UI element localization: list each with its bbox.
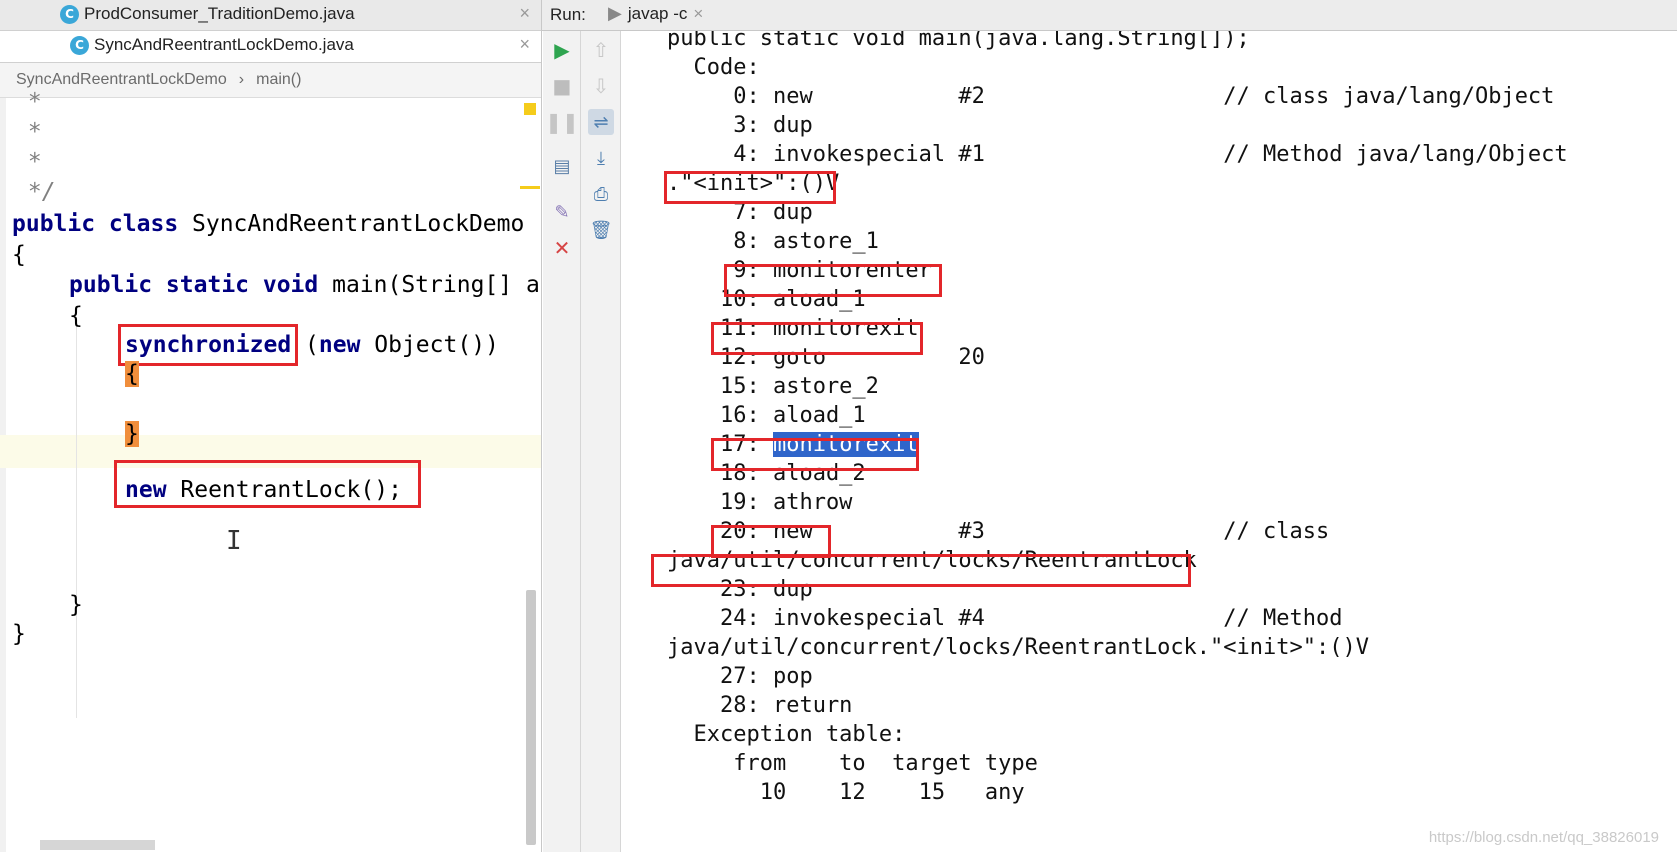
class-close-brace: }	[12, 621, 26, 647]
highlight-box-synchronized	[118, 324, 298, 366]
method-close-brace: }	[69, 592, 83, 618]
highlight-box-reentrantlock	[114, 460, 421, 508]
main-method-declaration: public static void main(String[] a	[69, 272, 540, 298]
tab-prodconsumer[interactable]: C ProdConsumer_TraditionDemo.java	[60, 4, 355, 24]
output-line: 0: new #2 // class java/lang/Object	[667, 84, 1555, 109]
output-line: Code:	[667, 55, 760, 80]
java-class-icon: C	[70, 35, 89, 55]
run-toolbar-right: ⇧ ⇩ ⇌ ⤓ ⎙ 🗑	[581, 31, 621, 852]
pin-icon[interactable]: ✎	[549, 199, 575, 225]
editor-tab-row-2: C SyncAndReentrantLockDemo.java ×	[0, 31, 541, 63]
output-line: public static void main(java.lang.String…	[667, 31, 1250, 51]
comment-line: *	[14, 119, 42, 145]
output-line: 24: invokespecial #4 // Method	[667, 606, 1343, 631]
run-tab-label: javap -c	[627, 3, 688, 23]
highlight-box-monitorexit-17	[711, 438, 919, 471]
output-line: from to target type	[667, 751, 1038, 776]
scroll-to-end-icon[interactable]: ⤓	[588, 145, 614, 171]
editor-tab-row-1: C ProdConsumer_TraditionDemo.java ×	[0, 0, 541, 31]
java-class-icon: C	[60, 4, 79, 24]
output-line: java/util/concurrent/locks/ReentrantLock…	[667, 635, 1369, 660]
output-line: 16: aload_1	[667, 403, 866, 428]
breadcrumb-method[interactable]: main()	[256, 71, 301, 89]
down-arrow-icon[interactable]: ⇩	[588, 73, 614, 99]
run-toolbar-left: ▶ ■ ❚❚ ▤ ✎ ✕	[543, 31, 581, 852]
breadcrumb-class[interactable]: SyncAndReentrantLockDemo	[16, 71, 227, 89]
breadcrumb: SyncAndReentrantLockDemo › main()	[0, 63, 541, 98]
stop-icon[interactable]: ■	[549, 73, 575, 99]
highlight-box-monitorenter	[724, 264, 942, 297]
console-output[interactable]: public static void main(java.lang.String…	[621, 31, 1677, 852]
comment-line: */	[14, 179, 56, 205]
tab-syncandreentrantlockdemo[interactable]: C SyncAndReentrantLockDemo.java	[70, 35, 354, 55]
output-line: 28: return	[667, 693, 853, 718]
watermark: https://blog.csdn.net/qq_38826019	[1428, 829, 1659, 846]
warning-marker[interactable]	[520, 186, 540, 189]
warning-marker[interactable]	[524, 103, 536, 115]
run-config-icon: ▶	[608, 3, 622, 23]
vertical-scrollbar[interactable]	[526, 590, 536, 845]
editor-panel: C ProdConsumer_TraditionDemo.java × C Sy…	[0, 0, 542, 852]
run-tool-window-header: Run: ▶ javap -c ×	[542, 0, 1677, 31]
output-line: 4: invokespecial #1 // Method java/lang/…	[667, 142, 1568, 167]
comment-line: *	[14, 149, 42, 175]
output-line: 3: dup	[667, 113, 813, 138]
text-cursor-icon: I	[226, 526, 242, 556]
gutter	[0, 98, 6, 852]
class-open-brace: {	[12, 242, 26, 268]
run-label: Run:	[550, 5, 586, 24]
output-line: 15: astore_2	[667, 374, 879, 399]
output-line: 19: athrow	[667, 490, 853, 515]
trash-icon[interactable]: 🗑	[588, 217, 614, 243]
horizontal-scrollbar[interactable]	[40, 840, 155, 850]
highlight-box-init	[664, 171, 836, 204]
output-line: 10 12 15 any	[667, 780, 1025, 805]
pause-icon[interactable]: ❚❚	[545, 109, 579, 135]
up-arrow-icon[interactable]: ⇧	[588, 37, 614, 63]
close-icon[interactable]: ×	[693, 4, 703, 24]
indent-guide	[76, 323, 77, 718]
tab-label: SyncAndReentrantLockDemo.java	[94, 35, 354, 54]
output-line: Exception table:	[667, 722, 906, 747]
breadcrumb-separator: ›	[238, 71, 245, 88]
output-line: 27: pop	[667, 664, 813, 689]
tab-javap[interactable]: ▶ javap -c ×	[608, 3, 703, 24]
class-declaration: public class SyncAndReentrantLockDemo	[12, 211, 525, 237]
method-open-brace: {	[69, 303, 83, 329]
output-line: 8: astore_1	[667, 229, 879, 254]
close-icon[interactable]: ×	[519, 34, 530, 55]
sync-close-brace: }	[125, 421, 139, 447]
highlight-box-monitorexit-11	[711, 322, 923, 355]
comment-line: *	[14, 89, 42, 115]
sync-open-brace: {	[125, 361, 139, 387]
rerun-icon[interactable]: ▶	[549, 37, 575, 63]
tab-label: ProdConsumer_TraditionDemo.java	[84, 4, 355, 23]
close-run-icon[interactable]: ✕	[549, 235, 575, 261]
highlight-box-reentrantlock-class	[651, 554, 1191, 587]
close-icon[interactable]: ×	[519, 3, 530, 24]
code-editor[interactable]: * * * */ public class SyncAndReentrantLo…	[0, 89, 541, 852]
soft-wrap-icon[interactable]: ⇌	[588, 109, 614, 135]
print-icon[interactable]: ⎙	[588, 181, 614, 207]
layout-icon[interactable]: ▤	[549, 153, 575, 179]
